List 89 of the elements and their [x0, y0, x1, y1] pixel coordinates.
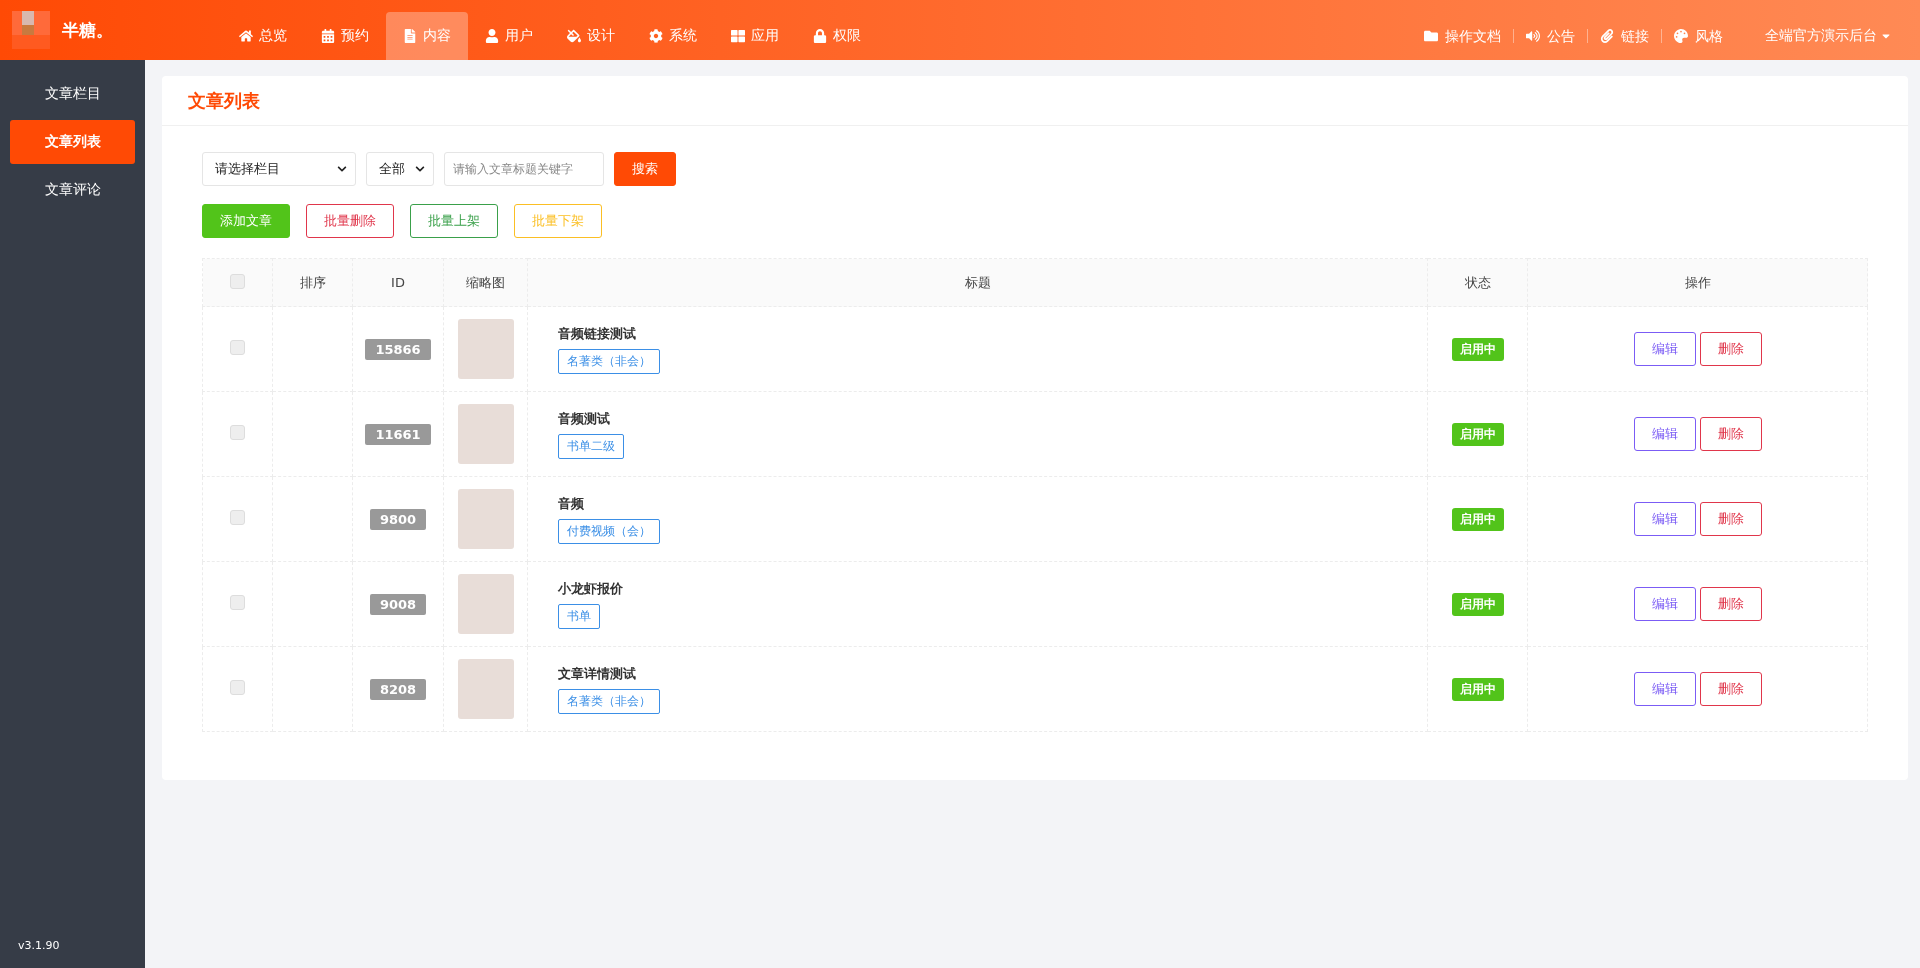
logo-icon — [12, 11, 50, 49]
status-badge: 启用中 — [1451, 592, 1504, 616]
select-all-checkbox[interactable] — [230, 273, 245, 289]
edit-button[interactable]: 编辑 — [1633, 332, 1696, 366]
status-select[interactable]: 全部 — [366, 152, 434, 186]
edit-button[interactable]: 编辑 — [1633, 587, 1696, 621]
status-badge: 启用中 — [1451, 507, 1504, 531]
speaker-icon — [1526, 29, 1540, 43]
paint-icon — [567, 29, 581, 43]
sidebar-item[interactable]: 文章列表 — [10, 120, 135, 164]
page-title: 文章列表 — [188, 88, 260, 113]
category-tag: 付费视频（会） — [558, 518, 660, 544]
category-tag: 书单 — [558, 603, 600, 629]
photo-placeholder — [457, 319, 514, 379]
version-label: v3.1.90 — [17, 939, 61, 954]
row-checkbox[interactable] — [230, 680, 245, 695]
top-link[interactable]: 风格 — [1661, 29, 1735, 43]
home-icon — [239, 29, 253, 43]
lock-icon — [813, 29, 827, 43]
article-title: 小龙虾报价 — [558, 579, 624, 598]
nav-tab[interactable]: 内容 — [386, 12, 468, 60]
id-badge: 9800 — [369, 508, 427, 530]
category-tag: 书单二级 — [558, 433, 624, 459]
action-button[interactable]: 添加文章 — [202, 204, 290, 238]
category-tag: 名著类（非会） — [558, 688, 660, 714]
column-header: 缩略图 — [466, 274, 505, 290]
nav-tab[interactable]: 系统 — [632, 12, 714, 60]
chevron-icon — [415, 164, 425, 174]
nav-tab[interactable]: 权限 — [796, 12, 878, 60]
row-checkbox[interactable] — [230, 595, 245, 610]
top-link[interactable]: 操作文档 — [1412, 29, 1513, 43]
delete-button[interactable]: 删除 — [1699, 672, 1762, 706]
brand-name: 半糖。 — [62, 18, 113, 42]
action-button[interactable]: 批量下架 — [514, 204, 602, 238]
column-header: 操作 — [1684, 274, 1711, 290]
id-badge: 11661 — [365, 423, 431, 445]
status-badge: 启用中 — [1451, 337, 1504, 361]
search-button[interactable]: 搜索 — [614, 152, 676, 186]
nav-tab[interactable]: 用户 — [468, 12, 550, 60]
delete-button[interactable]: 删除 — [1699, 417, 1762, 451]
id-badge: 15866 — [365, 338, 431, 360]
photo-placeholder — [457, 404, 514, 464]
column-header: 标题 — [964, 274, 991, 290]
article-title: 文章详情测试 — [558, 664, 637, 683]
grid-icon — [731, 29, 745, 43]
sidebar-item[interactable]: 文章栏目 — [10, 72, 135, 116]
chevron-icon — [337, 164, 347, 174]
column-header: 状态 — [1464, 274, 1491, 290]
calendar-icon — [321, 29, 335, 43]
document-icon — [403, 29, 417, 43]
article-title: 音频测试 — [558, 409, 611, 428]
row-checkbox[interactable] — [230, 340, 245, 355]
edit-button[interactable]: 编辑 — [1633, 502, 1696, 536]
palette-icon — [1674, 29, 1688, 43]
nav-tab[interactable]: 应用 — [714, 12, 796, 60]
nav-tab[interactable]: 总览 — [222, 12, 304, 60]
status-badge: 启用中 — [1451, 422, 1504, 446]
action-button[interactable]: 批量上架 — [410, 204, 498, 238]
article-title: 音频链接测试 — [558, 324, 637, 343]
column-header: 排序 — [299, 274, 326, 290]
article-title: 音频 — [558, 494, 585, 513]
account-menu[interactable]: 全端官方演示后台 — [1765, 27, 1892, 45]
category-tag: 名著类（非会） — [558, 348, 660, 374]
nav-tab[interactable]: 预约 — [304, 12, 386, 60]
category-select[interactable]: 请选择栏目 — [202, 152, 356, 186]
id-badge: 9008 — [369, 593, 427, 615]
top-link[interactable]: 公告 — [1513, 29, 1587, 43]
paperclip-icon — [1600, 29, 1614, 43]
status-badge: 启用中 — [1451, 677, 1504, 701]
id-badge: 8208 — [369, 678, 427, 700]
top-link[interactable]: 链接 — [1587, 29, 1661, 43]
nav-tab[interactable]: 设计 — [550, 12, 632, 60]
photo-placeholder — [457, 659, 514, 719]
photo-placeholder — [457, 574, 514, 634]
column-header: ID — [391, 275, 405, 290]
photo-placeholder — [457, 489, 514, 549]
edit-button[interactable]: 编辑 — [1633, 417, 1696, 451]
delete-button[interactable]: 删除 — [1699, 502, 1762, 536]
folder-icon — [1424, 29, 1438, 43]
delete-button[interactable]: 删除 — [1699, 332, 1762, 366]
row-checkbox[interactable] — [230, 425, 245, 440]
user-icon — [485, 29, 499, 43]
edit-button[interactable]: 编辑 — [1633, 672, 1696, 706]
action-button[interactable]: 批量删除 — [306, 204, 394, 238]
search-field[interactable]: 请输入文章标题关键字 — [444, 152, 604, 186]
sidebar-item[interactable]: 文章评论 — [10, 168, 135, 212]
row-checkbox[interactable] — [230, 510, 245, 525]
delete-button[interactable]: 删除 — [1699, 587, 1762, 621]
settings-icon — [649, 29, 663, 43]
